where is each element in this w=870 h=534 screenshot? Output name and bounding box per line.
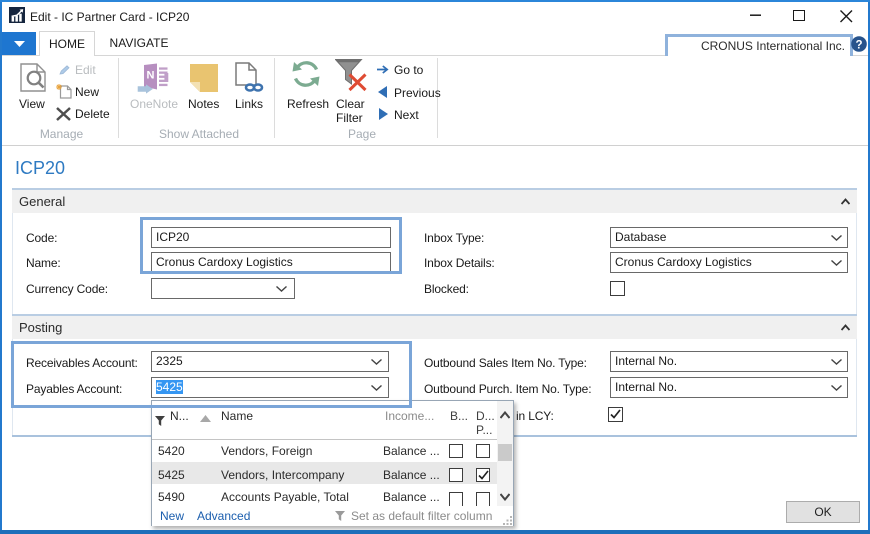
svg-text:N: N	[147, 70, 155, 82]
svg-text:?: ?	[855, 39, 862, 51]
